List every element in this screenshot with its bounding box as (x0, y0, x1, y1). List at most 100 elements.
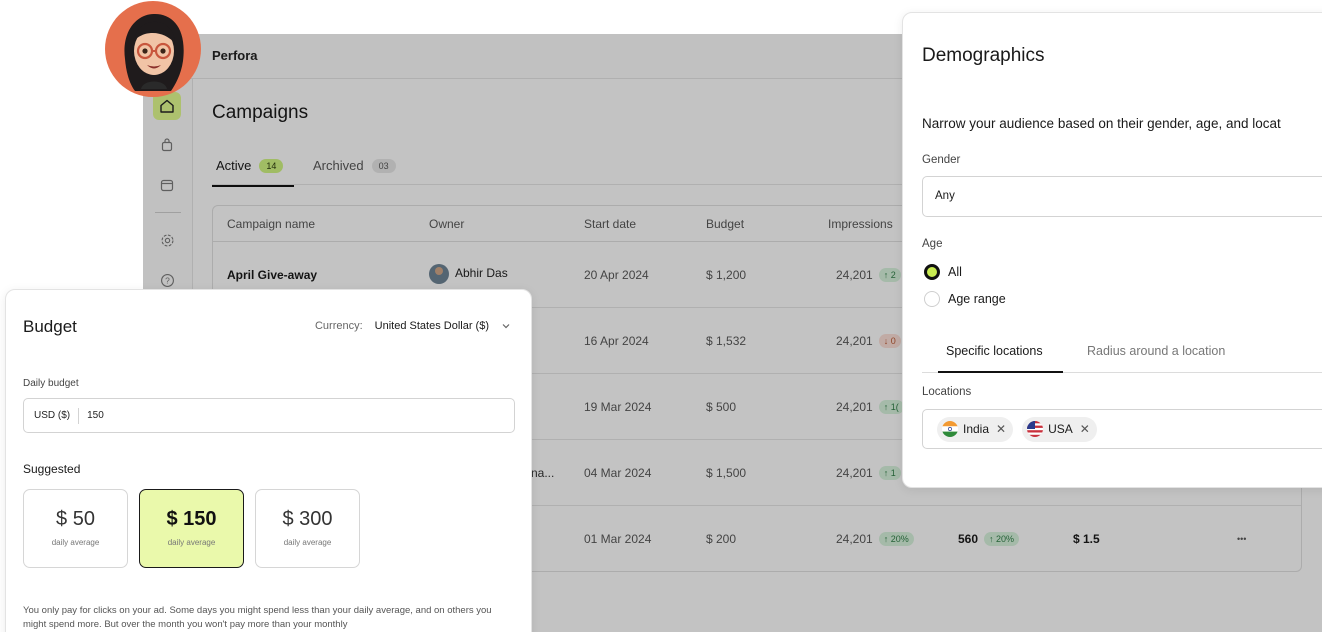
tab-archived-label: Archived (313, 158, 364, 173)
currency-prefix: USD ($) (24, 407, 80, 424)
campaign-name: April Give-away (227, 268, 318, 282)
sidebar-divider (155, 212, 181, 213)
clicks: 560 ↑ 20% (958, 532, 1020, 546)
demographics-description: Narrow your audience based on their gend… (922, 116, 1281, 131)
page-title: Campaigns (212, 102, 309, 123)
location-chip-india[interactable]: India ✕ (937, 416, 1014, 442)
owner-avatar (429, 264, 449, 284)
budget: $ 1,200 (706, 268, 747, 282)
start-date: 16 Apr 2024 (584, 334, 649, 348)
gender-label: Gender (922, 154, 961, 166)
suggested-option-50[interactable]: $ 50 daily average (23, 489, 128, 568)
start-date: 04 Mar 2024 (584, 466, 652, 480)
age-option-all[interactable]: All (924, 264, 962, 280)
tab-archived-count: 03 (371, 158, 396, 173)
location-name: India (963, 422, 990, 436)
gender-select[interactable]: Any (922, 176, 1322, 217)
col-impressions[interactable]: Impressions (828, 217, 893, 231)
more-options-icon[interactable]: ••• (1237, 534, 1246, 544)
location-tabs: Specific locations Radius around a locat… (922, 333, 1322, 373)
cost-per-click: $ 1.5 (1073, 532, 1100, 546)
settings-icon[interactable] (153, 226, 181, 254)
tab-active-label: Active (216, 158, 252, 173)
india-flag-icon (942, 421, 958, 437)
locations-input[interactable]: India ✕ USA ✕ (922, 409, 1322, 449)
memoji-avatar-icon (124, 13, 184, 91)
budget: $ 200 (706, 532, 737, 546)
budget: $ 1,500 (706, 466, 747, 480)
radio-selected-icon (924, 264, 940, 280)
daily-budget-label: Daily budget (23, 378, 79, 389)
impressions-value: 24,201 (836, 466, 873, 480)
location-name: USA (1048, 422, 1073, 436)
col-start-date[interactable]: Start date (584, 217, 636, 231)
tab-active[interactable]: Active 14 (212, 158, 294, 187)
suggested-option-300[interactable]: $ 300 daily average (255, 489, 360, 568)
impressions-value: 24,201 (836, 400, 873, 414)
budget-note: You only pay for clicks on your ad. Some… (23, 605, 492, 630)
impressions-change: ↓ 0 (878, 334, 901, 348)
age-option-label: All (948, 265, 962, 279)
start-date: 19 Mar 2024 (584, 400, 652, 414)
currency-value: United States Dollar ($) (374, 320, 489, 332)
stage: Perfora ? Campaigns Active 14 Archived 0… (0, 0, 1322, 632)
impressions-change: ↑ 1 (878, 466, 901, 480)
age-label: Age (922, 238, 943, 250)
budget: $ 1,532 (706, 334, 747, 348)
age-option-label: Age range (948, 292, 1006, 306)
brand-name: Perfora (212, 48, 258, 63)
impressions: 24,201 ↑ 20% (836, 532, 914, 546)
impressions-change: ↑ 2 (878, 268, 901, 282)
demographics-title: Demographics (922, 45, 1045, 66)
suggested-label: Suggested (23, 462, 81, 476)
demographics-card: Demographics Narrow your audience based … (902, 12, 1322, 488)
impressions-change: ↑ 1( (878, 400, 904, 414)
impressions: 24,201 ↑ 1( (836, 400, 904, 414)
option-sub: daily average (167, 538, 216, 547)
campaign-name-truncated: na... (531, 466, 555, 480)
budget-title: Budget (23, 317, 77, 336)
currency-label: Currency: (314, 320, 363, 332)
tab-archived[interactable]: Archived 03 (313, 158, 396, 173)
impressions-change: ↑ 20% (878, 532, 914, 546)
suggested-option-150[interactable]: $ 150 daily average (139, 489, 244, 568)
option-amount: $ 150 (166, 508, 217, 530)
radio-unselected-icon (924, 291, 940, 307)
budget-card: Budget Currency: United States Dollar ($… (5, 289, 532, 632)
tab-radius-location[interactable]: Radius around a location (1087, 344, 1225, 358)
impressions: 24,201 ↑ 2 (836, 268, 901, 282)
currency-select[interactable]: Currency: United States Dollar ($) (315, 320, 511, 332)
calendar-icon[interactable] (153, 171, 181, 199)
impressions: 24,201 ↓ 0 (836, 334, 901, 348)
user-avatar[interactable] (105, 1, 201, 97)
age-option-range[interactable]: Age range (924, 291, 1006, 307)
clicks-value: 560 (958, 532, 979, 546)
owner-name: Abhir Das (455, 266, 508, 281)
impressions-value: 24,201 (836, 268, 873, 282)
location-chip-usa[interactable]: USA ✕ (1022, 416, 1097, 442)
option-sub: daily average (283, 538, 332, 547)
svg-text:?: ? (165, 275, 170, 285)
budget: $ 500 (706, 400, 737, 414)
col-owner[interactable]: Owner (429, 217, 464, 231)
option-amount: $ 300 (282, 508, 333, 530)
col-campaign-name[interactable]: Campaign name (227, 217, 315, 231)
daily-budget-input[interactable]: USD ($) 150 (23, 398, 515, 433)
daily-budget-value: 150 (87, 410, 104, 421)
owner: Abhir Das (429, 264, 508, 284)
impressions: 24,201 ↑ 1 (836, 466, 901, 480)
locations-label: Locations (922, 386, 972, 398)
bag-icon[interactable] (153, 131, 181, 159)
location-tab-underline (938, 371, 1063, 373)
start-date: 01 Mar 2024 (584, 532, 652, 546)
option-amount: $ 50 (56, 508, 95, 530)
chevron-down-icon (502, 324, 510, 329)
remove-location-icon[interactable]: ✕ (1080, 422, 1090, 436)
usa-flag-icon (1027, 421, 1044, 437)
tab-active-underline (212, 185, 294, 187)
tab-specific-locations[interactable]: Specific locations (946, 344, 1043, 358)
col-budget[interactable]: Budget (706, 217, 744, 231)
option-sub: daily average (51, 538, 100, 547)
impressions-value: 24,201 (836, 334, 873, 348)
remove-location-icon[interactable]: ✕ (996, 422, 1006, 436)
